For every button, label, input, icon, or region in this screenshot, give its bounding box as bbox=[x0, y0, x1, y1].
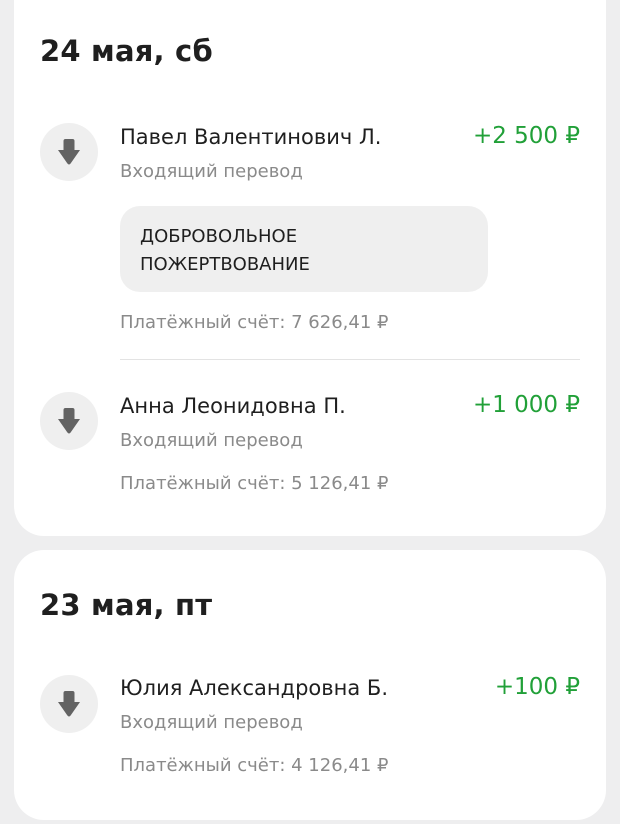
arrow-down-icon bbox=[58, 139, 80, 165]
day-header-date: 23 мая, пт bbox=[40, 588, 213, 622]
account-balance: Платёжный счёт: 5 126,41 ₽ bbox=[120, 473, 389, 494]
transaction-amount: +2 500 ₽ bbox=[472, 123, 580, 149]
transaction-message: ДОБРОВОЛЬНОЕ ПОЖЕРТВОВАНИЕ bbox=[120, 206, 488, 292]
transaction-sender-name: Павел Валентинович Л. bbox=[120, 125, 382, 149]
transaction-type: Входящий перевод bbox=[120, 430, 303, 451]
transaction-sender-name: Юлия Александровна Б. bbox=[120, 676, 389, 700]
account-balance: Платёжный счёт: 4 126,41 ₽ bbox=[120, 755, 389, 776]
incoming-transfer-icon-badge bbox=[40, 675, 98, 733]
incoming-transfer-icon-badge bbox=[40, 392, 98, 450]
day-header-date: 24 мая, сб bbox=[40, 34, 213, 68]
day-group-card: 24 мая, сб Павел Валентинович Л. +2 500 … bbox=[14, 0, 606, 536]
arrow-down-icon bbox=[58, 691, 80, 717]
transaction-type: Входящий перевод bbox=[120, 161, 303, 182]
transaction-type: Входящий перевод bbox=[120, 712, 303, 733]
incoming-transfer-icon-badge bbox=[40, 123, 98, 181]
transaction-amount: +100 ₽ bbox=[494, 674, 580, 700]
account-balance: Платёжный счёт: 7 626,41 ₽ bbox=[120, 312, 389, 333]
transaction-amount: +1 000 ₽ bbox=[472, 392, 580, 418]
arrow-down-icon bbox=[58, 408, 80, 434]
transaction-sender-name: Анна Леонидовна П. bbox=[120, 394, 346, 418]
transaction-divider bbox=[120, 359, 580, 360]
day-group-card: 23 мая, пт Юлия Александровна Б. +100 ₽ … bbox=[14, 550, 606, 820]
